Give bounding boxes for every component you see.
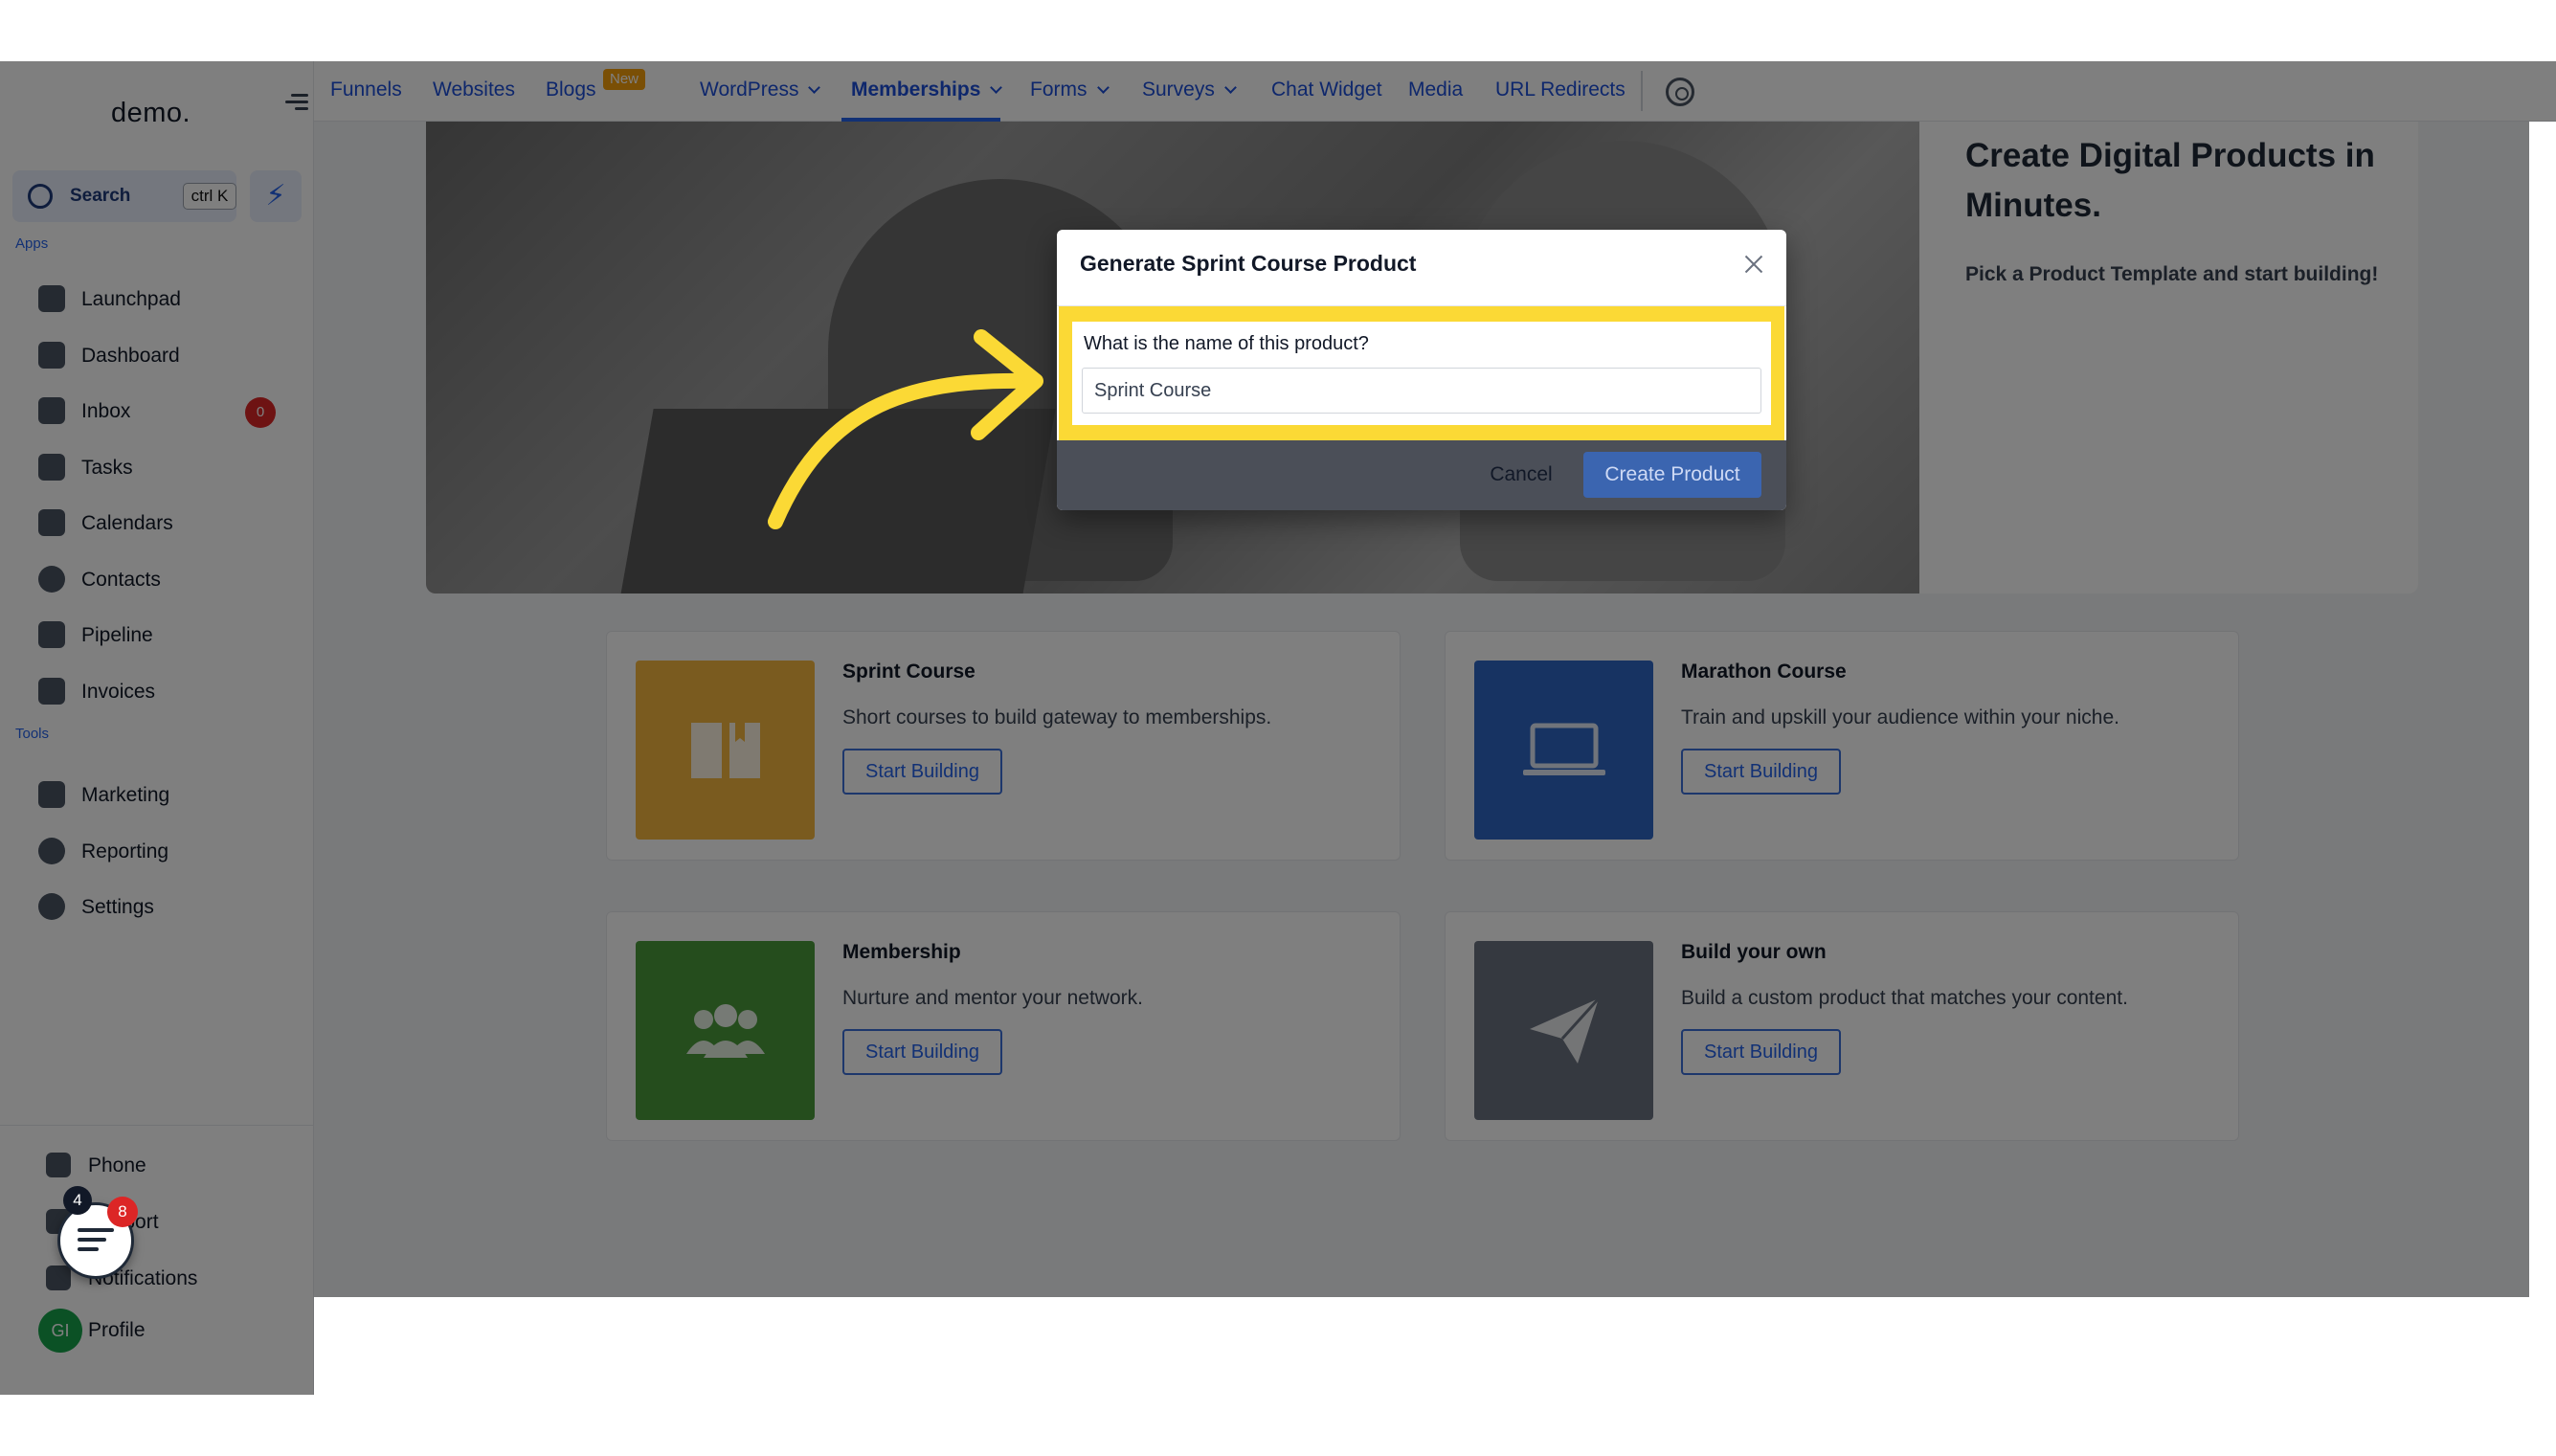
page-footer-area: [314, 1297, 2556, 1395]
field-highlight: What is the name of this product? Sprint…: [1059, 306, 1784, 440]
product-name-input[interactable]: Sprint Course: [1082, 368, 1761, 414]
product-name-field-group: What is the name of this product? Sprint…: [1072, 322, 1771, 425]
modal-title: Generate Sprint Course Product: [1080, 251, 1417, 276]
scroll-gutter: [2529, 122, 2556, 1358]
cancel-button[interactable]: Cancel: [1478, 452, 1564, 498]
annotation-arrow-icon: [768, 329, 1043, 529]
notification-count-badge: 4: [63, 1186, 92, 1215]
product-name-label: What is the name of this product?: [1084, 333, 1369, 354]
screen: demo. Search ctrl K ⚡︎ Apps Launchpad Da…: [0, 0, 2556, 1456]
modal-header: Generate Sprint Course Product: [1057, 230, 1786, 306]
modal-footer: Cancel Create Product: [1057, 440, 1786, 510]
generate-product-modal: Generate Sprint Course Product What is t…: [1057, 230, 1786, 510]
close-icon[interactable]: [1742, 253, 1765, 276]
create-product-button[interactable]: Create Product: [1583, 452, 1761, 498]
chat-unread-badge: 8: [107, 1197, 138, 1227]
